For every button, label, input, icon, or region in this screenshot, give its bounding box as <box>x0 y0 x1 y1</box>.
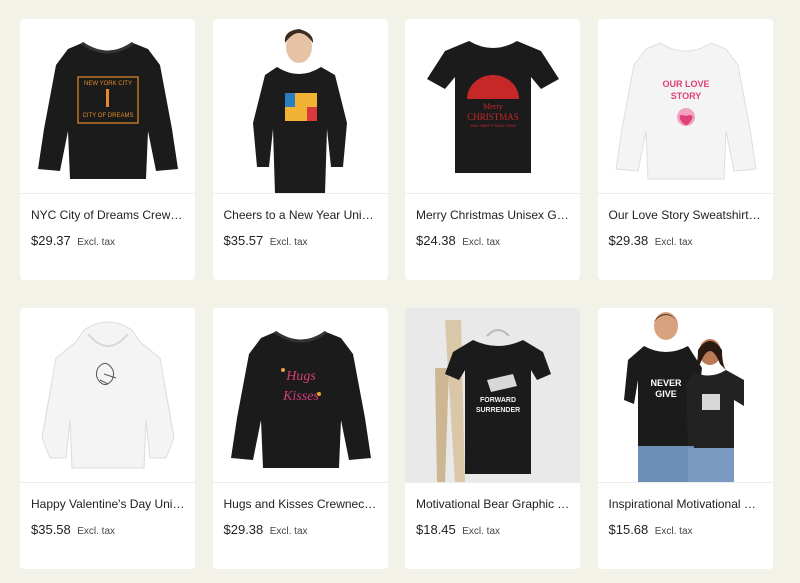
product-image[interactable] <box>212 19 388 194</box>
couple-tshirts-icon: NEVER GIVE <box>623 312 744 482</box>
print-text-bottom: Kisses <box>282 389 319 404</box>
price-row: $29.37 Excl. tax <box>31 232 115 250</box>
product-image[interactable]: NEVER GIVE <box>597 308 773 483</box>
print-text-top: Hugs <box>285 369 316 384</box>
product-image[interactable] <box>20 308 195 483</box>
print-text-top: NEW YORK CITY <box>84 81 132 87</box>
product-title[interactable]: Our Love Story Sweatshirt for Couples <box>609 208 764 222</box>
product-price: $18.45 <box>416 522 456 537</box>
product-card[interactable]: Hugs Kisses Hugs and Kisses Crewneck Swe… <box>212 308 388 569</box>
print-text-bottom: STORY <box>670 91 701 101</box>
tshirt-icon: Merry CHRISTMAS AND HAPPY NEW YEAR <box>427 41 559 173</box>
product-image[interactable]: Hugs Kisses <box>212 308 388 483</box>
print-text-top: NEVER <box>650 378 682 388</box>
product-card[interactable]: NEW YORK CITY CITY OF DREAMS NYC City of… <box>20 19 195 280</box>
product-price: $35.57 <box>223 233 264 248</box>
product-card[interactable]: OUR LOVE STORY Our Love Story Sweatshirt… <box>597 19 773 280</box>
print-text-bottom: GIVE <box>655 389 677 399</box>
sweatshirt-icon: OUR LOVE STORY <box>614 42 757 180</box>
product-card[interactable]: NEVER GIVE Inspirational Motivational Sh… <box>597 308 773 569</box>
tax-note: Excl. tax <box>654 237 693 248</box>
product-price: $29.37 <box>31 233 71 248</box>
hoodie-icon <box>41 321 175 469</box>
tax-note: Excl. tax <box>77 526 116 537</box>
print-text-top: FORWARD <box>480 397 516 404</box>
product-card[interactable]: Merry CHRISTMAS AND HAPPY NEW YEAR Merry… <box>405 19 580 280</box>
print-text-bottom: AND HAPPY NEW YEAR <box>470 123 516 128</box>
tax-note: Excl. tax <box>462 526 501 537</box>
product-title[interactable]: Cheers to a New Year Unisex Hoodie <box>224 208 379 222</box>
print-text-bottom: SURRENDER <box>476 407 520 414</box>
price-row: $15.68 Excl. tax <box>609 521 693 539</box>
print-text-top: OUR LOVE <box>662 79 709 89</box>
product-card[interactable]: Happy Valentine's Day Unisex Hoodie $35.… <box>20 308 195 569</box>
tax-note: Excl. tax <box>654 526 693 537</box>
product-image[interactable]: OUR LOVE STORY <box>597 19 773 194</box>
sweatshirt-icon: Hugs Kisses <box>230 330 371 468</box>
product-card[interactable]: FORWARD SURRENDER Motivational Bear Grap… <box>405 308 580 569</box>
price-row: $29.38 Excl. tax <box>224 521 308 539</box>
product-title[interactable]: NYC City of Dreams Crewneck Sweatshirt <box>31 208 186 222</box>
tshirt-on-chair-icon: FORWARD SURRENDER <box>435 320 551 482</box>
product-price: $29.38 <box>608 233 649 248</box>
product-card[interactable]: Cheers to a New Year Unisex Hoodie $35.5… <box>212 19 388 280</box>
product-title[interactable]: Inspirational Motivational Shirt <box>609 497 764 511</box>
price-row: $35.57 Excl. tax <box>224 232 308 250</box>
product-title[interactable]: Motivational Bear Graphic Tee <box>416 497 571 511</box>
tax-note: Excl. tax <box>77 237 116 248</box>
price-row: $18.45 Excl. tax <box>416 521 500 539</box>
product-grid: NEW YORK CITY CITY OF DREAMS NYC City of… <box>20 19 773 569</box>
product-title[interactable]: Hugs and Kisses Crewneck Sweatshirt <box>224 497 379 511</box>
print-text-middle: CHRISTMAS <box>467 112 519 122</box>
product-price: $35.58 <box>31 522 71 537</box>
product-price: $24.38 <box>416 233 456 248</box>
price-row: $24.38 Excl. tax <box>416 232 500 250</box>
price-row: $29.38 Excl. tax <box>609 232 693 250</box>
tax-note: Excl. tax <box>462 237 501 248</box>
price-row: $35.58 Excl. tax <box>31 521 115 539</box>
product-image[interactable]: FORWARD SURRENDER <box>405 308 580 483</box>
tax-note: Excl. tax <box>269 237 308 248</box>
product-title[interactable]: Happy Valentine's Day Unisex Hoodie <box>31 497 186 511</box>
print-text-top: Merry <box>483 102 503 111</box>
tax-note: Excl. tax <box>269 526 308 537</box>
product-image[interactable]: NEW YORK CITY CITY OF DREAMS <box>20 19 195 194</box>
product-price: $29.38 <box>223 522 264 537</box>
sweatshirt-icon: NEW YORK CITY CITY OF DREAMS <box>38 41 178 179</box>
product-image[interactable]: Merry CHRISTMAS AND HAPPY NEW YEAR <box>405 19 580 194</box>
product-price: $15.68 <box>608 522 649 537</box>
print-text-bottom: CITY OF DREAMS <box>83 113 134 119</box>
product-title[interactable]: Merry Christmas Unisex Garment-Dyed T-sh… <box>416 208 571 222</box>
model-hoodie-icon <box>252 29 347 193</box>
